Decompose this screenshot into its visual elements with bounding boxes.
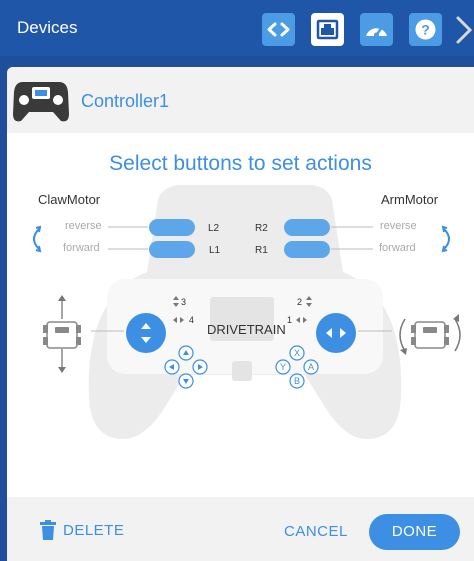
code-icon	[267, 22, 290, 37]
l2-label: L2	[208, 223, 220, 234]
arm-reverse-label: reverse	[380, 220, 417, 232]
r2-label: R2	[255, 223, 268, 234]
help-icon: ?	[415, 19, 436, 40]
r2-button[interactable]	[284, 219, 330, 236]
left-joystick[interactable]	[126, 313, 166, 353]
drivetrain-label: DRIVETRAIN	[207, 322, 286, 337]
trash-icon	[40, 520, 56, 540]
svg-text:?: ?	[421, 22, 430, 38]
button-a-label: A	[308, 362, 315, 372]
right-joystick[interactable]	[316, 313, 356, 353]
claw-reverse-label: reverse	[65, 220, 102, 232]
r1-label: R1	[255, 245, 268, 256]
arm-forward-label: forward	[379, 242, 416, 254]
drive-turn-icon	[399, 314, 461, 355]
delete-label: DELETE	[63, 521, 125, 539]
device-config-panel: Controller1 Select buttons to set action…	[7, 67, 474, 561]
cancel-button[interactable]: CANCEL	[284, 523, 348, 540]
devices-button[interactable]	[311, 13, 344, 46]
l1-button[interactable]	[149, 241, 195, 258]
rotate-right-icon	[441, 225, 450, 253]
axis-1-label: 1	[287, 315, 293, 325]
r1-button[interactable]	[284, 241, 330, 258]
close-icon[interactable]	[455, 12, 474, 48]
gauge-icon	[366, 25, 387, 38]
left-motor-label: ClawMotor	[38, 192, 101, 207]
done-button[interactable]: DONE	[369, 514, 460, 550]
axis-3-label: 3	[181, 297, 187, 307]
axis-2-label: 2	[297, 297, 303, 307]
controller-diagram	[33, 185, 461, 439]
button-x-label: X	[294, 348, 301, 358]
center-button[interactable]	[232, 361, 252, 381]
window-title: Devices	[17, 18, 78, 37]
claw-forward-label: forward	[63, 242, 100, 254]
help-button[interactable]: ?	[409, 13, 442, 46]
axis-4-label: 4	[189, 315, 195, 325]
rotate-left-icon	[33, 225, 42, 253]
code-view-button[interactable]	[262, 13, 295, 46]
drive-forward-back-icon	[43, 295, 81, 373]
top-bar: Devices ?	[0, 0, 474, 56]
l2-button[interactable]	[149, 219, 195, 236]
delete-button[interactable]: DELETE	[39, 519, 124, 541]
button-y-label: Y	[280, 362, 287, 372]
l1-label: L1	[209, 245, 221, 256]
panel-footer: DELETE CANCEL DONE	[7, 497, 474, 561]
ethernet-port-icon	[316, 19, 339, 40]
button-b-label: B	[294, 376, 301, 386]
dashboard-button[interactable]	[360, 13, 393, 46]
right-motor-label: ArmMotor	[381, 192, 439, 207]
